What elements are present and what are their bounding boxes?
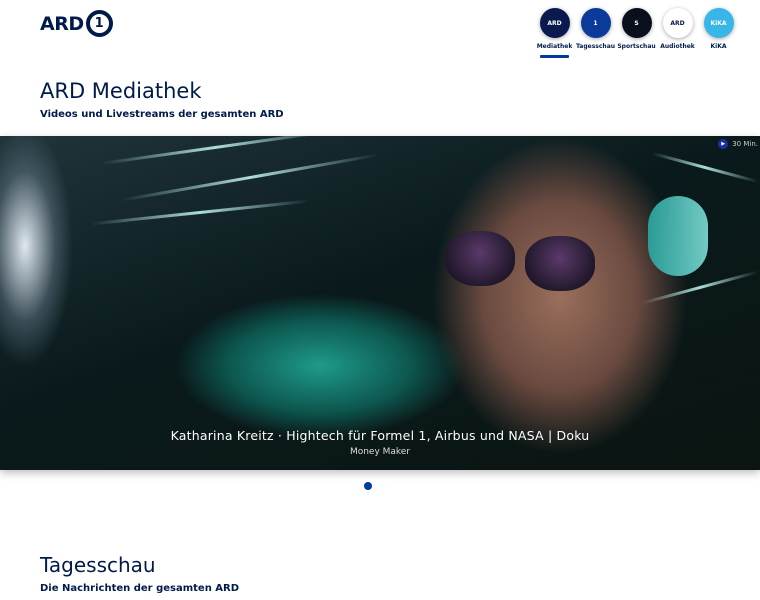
nav-item-label: Tagesschau [575,43,616,50]
nav-item-audiothek[interactable]: ARD Audiothek [660,8,695,50]
nav-item-label: KiKA [710,43,727,50]
hero-title[interactable]: Katharina Kreitz · Hightech für Formel 1… [0,428,760,443]
mediathek-logo-icon: ARD [539,8,570,38]
sunglasses-shape [445,231,595,291]
light-streak [121,153,379,202]
duration-text: 30 Min. [732,140,758,148]
nav-item-sportschau[interactable]: S Sportschau [617,8,656,50]
nav-item-kika[interactable]: KiKA KiKA [703,8,734,50]
section-title: Tagesschau [40,553,156,577]
channel-nav: ARD Mediathek 1 Tagesschau S Sportschau ARD Aud… [536,8,734,58]
logo-text: ARD [40,12,84,35]
sportschau-logo-icon: S [621,8,652,38]
light-streak [651,151,759,184]
audiothek-logo-icon: ARD [662,8,693,38]
active-indicator [540,55,569,58]
nav-item-mediathek[interactable]: ARD Mediathek [536,8,573,58]
carousel-dot-active[interactable] [364,482,372,490]
page-title: ARD Mediathek [40,79,202,103]
ard-logo[interactable]: ARD 1 [40,10,113,37]
hero-series: Money Maker [349,447,411,457]
logo-mark-icon: 1 [85,10,113,37]
nav-item-label: Audiothek [660,43,695,50]
headphone-shape [648,196,708,276]
nav-item-tagesschau[interactable]: 1 Tagesschau [576,8,615,50]
duration-badge: ▶ 30 Min. [718,139,758,149]
hero-teaser[interactable]: ▶ 30 Min. Katharina Kreitz · Hightech fü… [0,136,760,470]
tagesschau-logo-icon: 1 [580,8,611,38]
light-streak [90,199,310,226]
nav-item-label: Sportschau [617,43,656,50]
page-subtitle: Videos und Livestreams der gesamten ARD [40,109,284,120]
section-subtitle: Die Nachrichten der gesamten ARD [40,583,240,594]
light-streak [641,270,759,305]
kika-logo-icon: KiKA [703,8,734,38]
nav-item-label: Mediathek [536,43,573,50]
play-icon[interactable]: ▶ [718,139,729,149]
light-streak [100,136,330,165]
